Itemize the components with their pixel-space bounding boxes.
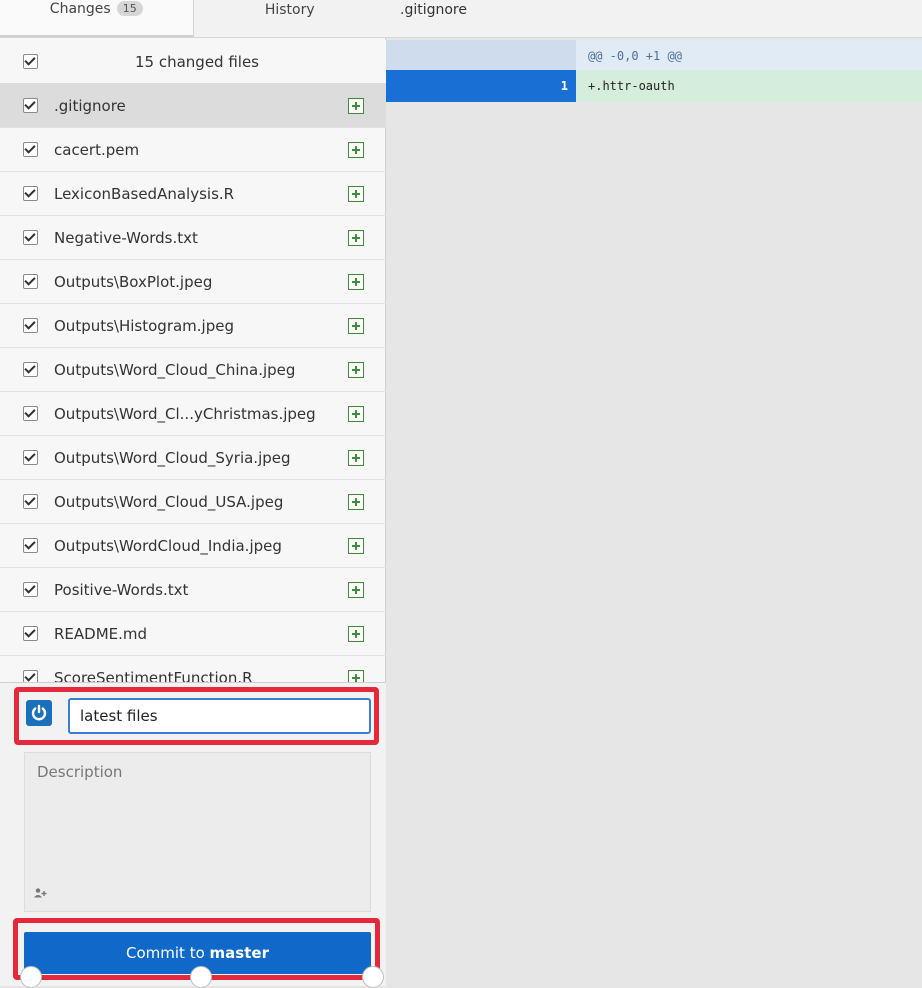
tab-history-label: History bbox=[264, 1, 315, 18]
file-list[interactable]: .gitignore cacert.pem LexiconBasedAnalys… bbox=[0, 84, 386, 682]
file-row[interactable]: Outputs\Word_Cloud_China.jpeg bbox=[0, 348, 386, 392]
file-checkbox-icon[interactable] bbox=[23, 406, 38, 421]
file-checkbox-icon[interactable] bbox=[23, 142, 38, 157]
file-checkbox-icon[interactable] bbox=[23, 450, 38, 465]
diff-pane: .gitignore @@ -0,0 +1 @@ 1 +.httr-oauth bbox=[386, 0, 922, 986]
file-row[interactable]: Negative-Words.txt bbox=[0, 216, 386, 260]
file-checkbox-icon[interactable] bbox=[23, 626, 38, 641]
file-added-icon bbox=[348, 537, 364, 554]
commit-summary-input[interactable] bbox=[68, 698, 371, 734]
tab-history[interactable]: History bbox=[192, 0, 387, 37]
file-checkbox-icon[interactable] bbox=[23, 230, 38, 245]
diff-hunk-header: @@ -0,0 +1 @@ bbox=[386, 40, 922, 72]
file-added-icon bbox=[348, 273, 364, 290]
diff-file-header: .gitignore bbox=[386, 0, 922, 38]
file-name: Outputs\Word_Cloud_USA.jpeg bbox=[54, 492, 284, 511]
resize-handle[interactable] bbox=[190, 966, 212, 988]
file-row[interactable]: Outputs\Word_Cloud_Syria.jpeg bbox=[0, 436, 386, 480]
power-icon[interactable] bbox=[26, 700, 52, 726]
new-line-gutter bbox=[483, 40, 576, 72]
file-name: Outputs\Word_Cloud_China.jpeg bbox=[54, 360, 296, 379]
file-added-icon bbox=[348, 361, 364, 378]
file-row[interactable]: README.md bbox=[0, 612, 386, 656]
file-added-icon bbox=[348, 581, 364, 598]
file-name: cacert.pem bbox=[54, 140, 140, 159]
file-added-icon bbox=[348, 405, 364, 422]
file-checkbox-icon[interactable] bbox=[23, 582, 38, 597]
old-line-gutter bbox=[386, 70, 483, 102]
file-checkbox-icon[interactable] bbox=[23, 98, 38, 113]
file-name: LexiconBasedAnalysis.R bbox=[54, 184, 235, 203]
diff-file-title: .gitignore bbox=[400, 1, 467, 18]
file-added-icon bbox=[348, 449, 364, 466]
file-row[interactable]: cacert.pem bbox=[0, 128, 386, 172]
file-row[interactable]: ScoreSentimentFunction.R bbox=[0, 656, 386, 682]
add-coauthor-icon[interactable] bbox=[34, 887, 48, 902]
file-added-icon bbox=[348, 625, 364, 642]
file-name: Negative-Words.txt bbox=[54, 228, 198, 247]
commit-branch-name: master bbox=[209, 944, 269, 962]
diff-added-line[interactable]: 1 +.httr-oauth bbox=[386, 70, 922, 102]
resize-handle[interactable] bbox=[362, 966, 384, 988]
file-row[interactable]: LexiconBasedAnalysis.R bbox=[0, 172, 386, 216]
file-row[interactable]: Outputs\Histogram.jpeg bbox=[0, 304, 386, 348]
file-added-icon bbox=[348, 493, 364, 510]
commit-button-prefix: Commit to bbox=[126, 944, 210, 962]
hunk-header-text: @@ -0,0 +1 @@ bbox=[588, 49, 682, 63]
changed-files-count: 15 changed files bbox=[134, 52, 259, 71]
diff-line-text: +.httr-oauth bbox=[588, 79, 675, 93]
file-checkbox-icon[interactable] bbox=[23, 274, 38, 289]
file-added-icon bbox=[348, 317, 364, 334]
select-all-row: 15 changed files bbox=[0, 40, 386, 84]
file-added-icon bbox=[348, 185, 364, 202]
file-name: README.md bbox=[54, 624, 148, 643]
file-checkbox-icon[interactable] bbox=[23, 362, 38, 377]
resize-handle[interactable] bbox=[20, 966, 42, 988]
tab-changes-label: Changes bbox=[49, 0, 111, 17]
file-name: Positive-Words.txt bbox=[54, 580, 189, 599]
file-checkbox-icon[interactable] bbox=[23, 538, 38, 553]
file-row[interactable]: Positive-Words.txt bbox=[0, 568, 386, 612]
file-added-icon bbox=[348, 229, 364, 246]
file-added-icon bbox=[348, 669, 364, 682]
description-box bbox=[24, 752, 371, 912]
file-checkbox-icon[interactable] bbox=[23, 318, 38, 333]
file-name: Outputs\Word_Cloud_Syria.jpeg bbox=[54, 448, 291, 467]
file-row[interactable]: Outputs\Word_Cloud_USA.jpeg bbox=[0, 480, 386, 524]
file-name: .gitignore bbox=[54, 96, 126, 115]
file-checkbox-icon[interactable] bbox=[23, 670, 38, 682]
file-name: Outputs\Histogram.jpeg bbox=[54, 316, 234, 335]
old-line-gutter bbox=[386, 40, 483, 72]
description-input[interactable] bbox=[35, 761, 359, 875]
file-row[interactable]: Outputs\BoxPlot.jpeg bbox=[0, 260, 386, 304]
file-name: ScoreSentimentFunction.R bbox=[54, 668, 253, 683]
tab-bar: Changes 15 History bbox=[0, 0, 386, 38]
file-checkbox-icon[interactable] bbox=[23, 186, 38, 201]
file-name: Outputs\WordCloud_India.jpeg bbox=[54, 536, 282, 555]
changes-count-badge: 15 bbox=[116, 1, 143, 16]
new-line-number: 1 bbox=[483, 70, 576, 102]
select-all-checkbox-icon[interactable] bbox=[23, 54, 38, 69]
file-added-icon bbox=[348, 97, 364, 114]
file-row[interactable]: Outputs\WordCloud_India.jpeg bbox=[0, 524, 386, 568]
file-row[interactable]: Outputs\Word_Cl...yChristmas.jpeg bbox=[0, 392, 386, 436]
file-checkbox-icon[interactable] bbox=[23, 494, 38, 509]
file-name: Outputs\BoxPlot.jpeg bbox=[54, 272, 213, 291]
tab-changes[interactable]: Changes 15 bbox=[0, 0, 193, 37]
file-added-icon bbox=[348, 141, 364, 158]
file-name: Outputs\Word_Cl...yChristmas.jpeg bbox=[54, 404, 316, 423]
power-icon-svg bbox=[31, 704, 47, 721]
file-row[interactable]: .gitignore bbox=[0, 84, 386, 128]
